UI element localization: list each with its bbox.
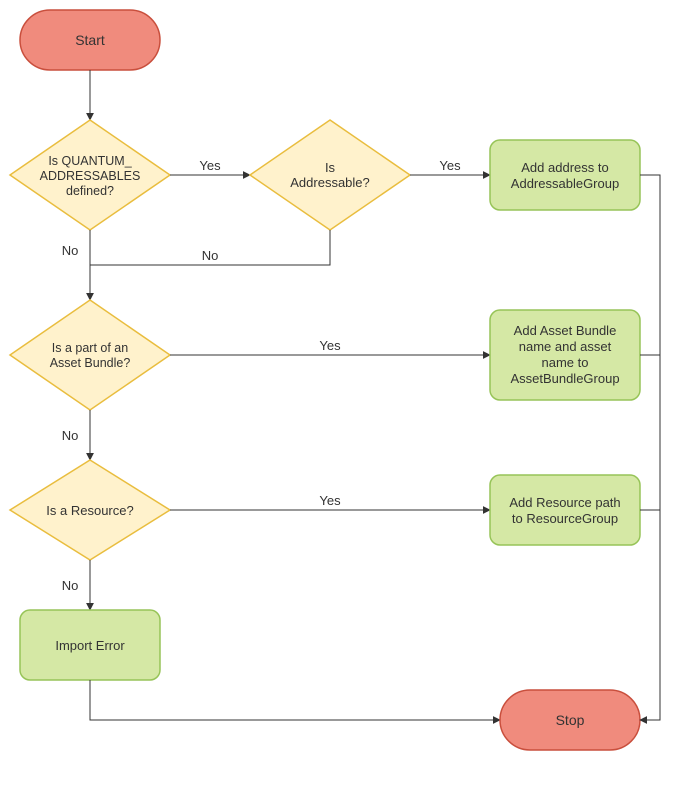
add-ab-line4: AssetBundleGroup <box>510 371 619 386</box>
import-error-process: Import Error <box>20 610 160 680</box>
ab-line1: Is a part of an <box>52 341 128 355</box>
label-ab-yes: Yes <box>319 338 341 353</box>
quantum-line3: defined? <box>66 184 114 198</box>
add-res-line1: Add Resource path <box>509 495 620 510</box>
edge-addaddr-stop <box>640 175 660 720</box>
add-ab-line3: name to <box>542 355 589 370</box>
quantum-defined-decision: Is QUANTUM_ ADDRESSABLES defined? <box>10 120 170 230</box>
start-node: Start <box>20 10 160 70</box>
label-ab-no: No <box>62 428 79 443</box>
addr-line1: Is <box>325 160 336 175</box>
flowchart: Start Is QUANTUM_ ADDRESSABLES defined? … <box>0 0 673 795</box>
edge-imperr-stop <box>90 680 500 720</box>
label-quantum-yes: Yes <box>199 158 221 173</box>
add-ab-line2: name and asset <box>519 339 612 354</box>
quantum-line2: ADDRESSABLES <box>40 169 141 183</box>
stop-node: Stop <box>500 690 640 750</box>
quantum-line1: Is QUANTUM_ <box>48 154 132 168</box>
asset-bundle-decision: Is a part of an Asset Bundle? <box>10 300 170 410</box>
add-addressable-process: Add address to AddressableGroup <box>490 140 640 210</box>
start-label: Start <box>75 32 105 48</box>
add-addr-line2: AddressableGroup <box>511 176 619 191</box>
add-resource-process: Add Resource path to ResourceGroup <box>490 475 640 545</box>
import-error-label: Import Error <box>55 638 125 653</box>
label-res-no: No <box>62 578 79 593</box>
add-ab-line1: Add Asset Bundle <box>514 323 617 338</box>
addr-line2: Addressable? <box>290 175 370 190</box>
add-addr-line1: Add address to <box>521 160 608 175</box>
add-res-line2: to ResourceGroup <box>512 511 618 526</box>
label-addr-no: No <box>202 248 219 263</box>
ab-line2: Asset Bundle? <box>50 356 131 370</box>
res-line1: Is a Resource? <box>46 503 133 518</box>
is-resource-decision: Is a Resource? <box>10 460 170 560</box>
add-bundle-process: Add Asset Bundle name and asset name to … <box>490 310 640 400</box>
is-addressable-decision: Is Addressable? <box>250 120 410 230</box>
stop-label: Stop <box>556 712 585 728</box>
label-res-yes: Yes <box>319 493 341 508</box>
label-quantum-no: No <box>62 243 79 258</box>
label-addr-yes: Yes <box>439 158 461 173</box>
